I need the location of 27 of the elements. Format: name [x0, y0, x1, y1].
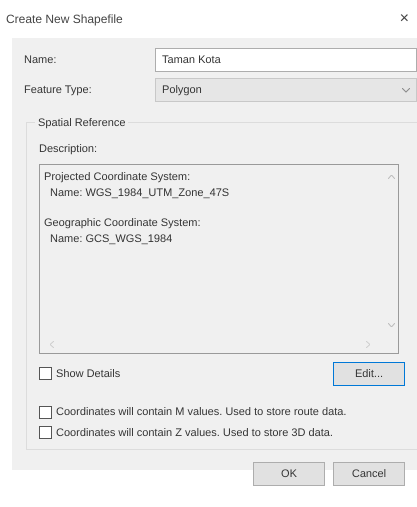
description-label: Description:	[39, 142, 98, 157]
edit-button[interactable]: Edit...	[333, 362, 405, 386]
chevron-icon	[402, 88, 410, 92]
field-label: Name:	[24, 52, 58, 68]
scroll-up-icon[interactable]	[388, 174, 394, 178]
checkbox[interactable]	[39, 367, 52, 380]
checkbox[interactable]	[39, 406, 52, 419]
window-title: Create New Shapefile	[6, 11, 123, 28]
scroll-right-icon[interactable]	[366, 341, 370, 348]
dropdown-value: Polygon	[162, 82, 202, 98]
checkbox-label: Coordinates will contain M values. Used to store route data.	[56, 405, 346, 420]
close-button[interactable]: ×	[392, 7, 417, 31]
checkbox-label: Coordinates will contain Z values. Used to store 3D data.	[56, 426, 333, 440]
checkbox[interactable]	[39, 426, 52, 440]
description-detail: Name: WGS_1984_UTM_Zone_47S	[49, 186, 230, 201]
description-box[interactable]: Projected Coordinate System: Name: WGS_1984_UTM_Zone_47S Geographic Coordinate System: Name: GCS_WGS_1984	[39, 164, 399, 354]
name-input[interactable]: Taman Kota	[155, 48, 417, 72]
dialog-button[interactable]: OK	[253, 462, 325, 486]
description-detail: Name: GCS_WGS_1984	[49, 232, 174, 247]
field-label: Feature Type:	[24, 82, 93, 98]
scroll-left-icon[interactable]	[50, 341, 54, 348]
description-heading: Geographic Coordinate System:	[44, 216, 202, 230]
group-title: Spatial Reference	[35, 115, 128, 132]
scroll-down-icon[interactable]	[388, 322, 394, 326]
dialog-button[interactable]: Cancel	[333, 462, 405, 486]
description-heading: Projected Coordinate System:	[44, 170, 192, 184]
checkbox-label: Show Details	[56, 366, 120, 382]
